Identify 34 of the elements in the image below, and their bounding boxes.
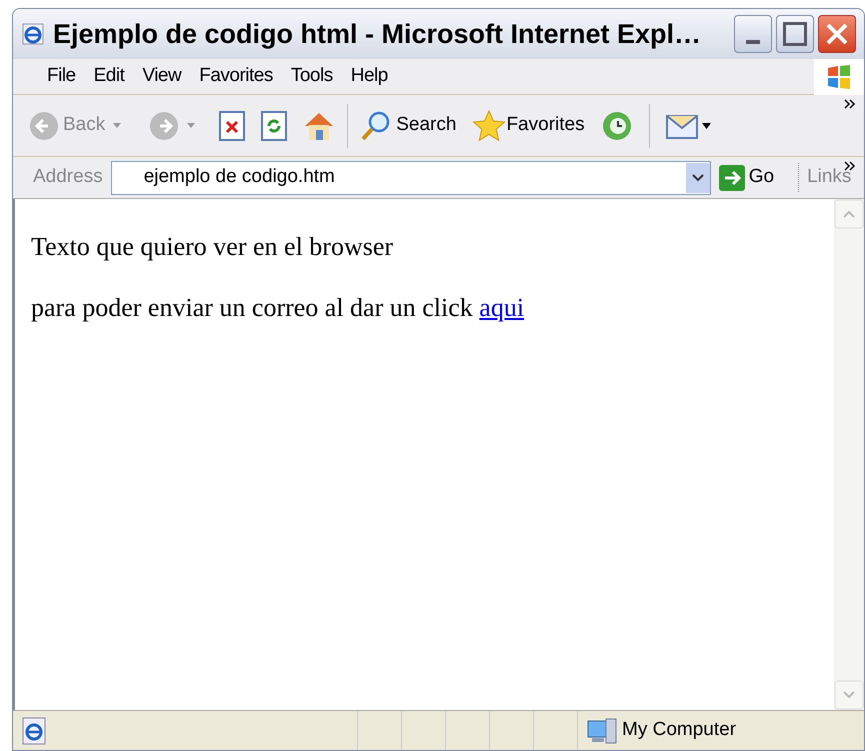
browser-logo-icon [21,22,45,46]
stop-icon[interactable] [219,110,246,140]
dropdown-icon[interactable] [686,162,710,192]
dropdown-arrow-icon[interactable] [113,123,122,128]
body-text: para poder enviar un correo al dar un click [31,293,473,322]
page-icon [21,716,47,744]
menu-item[interactable]: Tools [290,62,333,91]
history-icon[interactable] [600,110,633,142]
windows-flag-icon [826,64,852,90]
address-label: Address [32,165,103,190]
refresh-icon[interactable] [261,110,288,140]
favorites-button[interactable]: Favorites [472,110,585,142]
address-field[interactable]: ejemplo de codigo.htm [110,160,711,194]
dropdown-arrow-icon[interactable] [187,123,196,128]
search-button[interactable]: Search [360,110,456,142]
menu-item[interactable]: View [142,62,182,91]
close-button[interactable] [818,15,856,53]
minimize-icon [746,40,760,44]
menu-item[interactable]: File [47,62,76,91]
email-link[interactable]: aqui [479,293,524,322]
zone-label: My Computer [622,718,736,742]
star-icon [472,110,506,142]
chevron-icon[interactable] [844,99,856,109]
computer-icon [586,716,618,744]
maximize-icon [783,22,807,46]
maximize-button[interactable] [776,15,814,53]
menu-item[interactable]: Favorites [199,62,273,91]
minimize-button[interactable] [734,15,772,53]
window-title: Ejemplo de codigo html - Microsoft Internet Expl… [53,18,702,51]
menu-item[interactable]: Help [350,62,388,91]
go-button[interactable]: Go [718,163,774,192]
close-icon [825,22,849,46]
body-text: Texto que quiero ver en el browser [31,231,394,263]
menu-item[interactable]: Edit [94,62,124,91]
